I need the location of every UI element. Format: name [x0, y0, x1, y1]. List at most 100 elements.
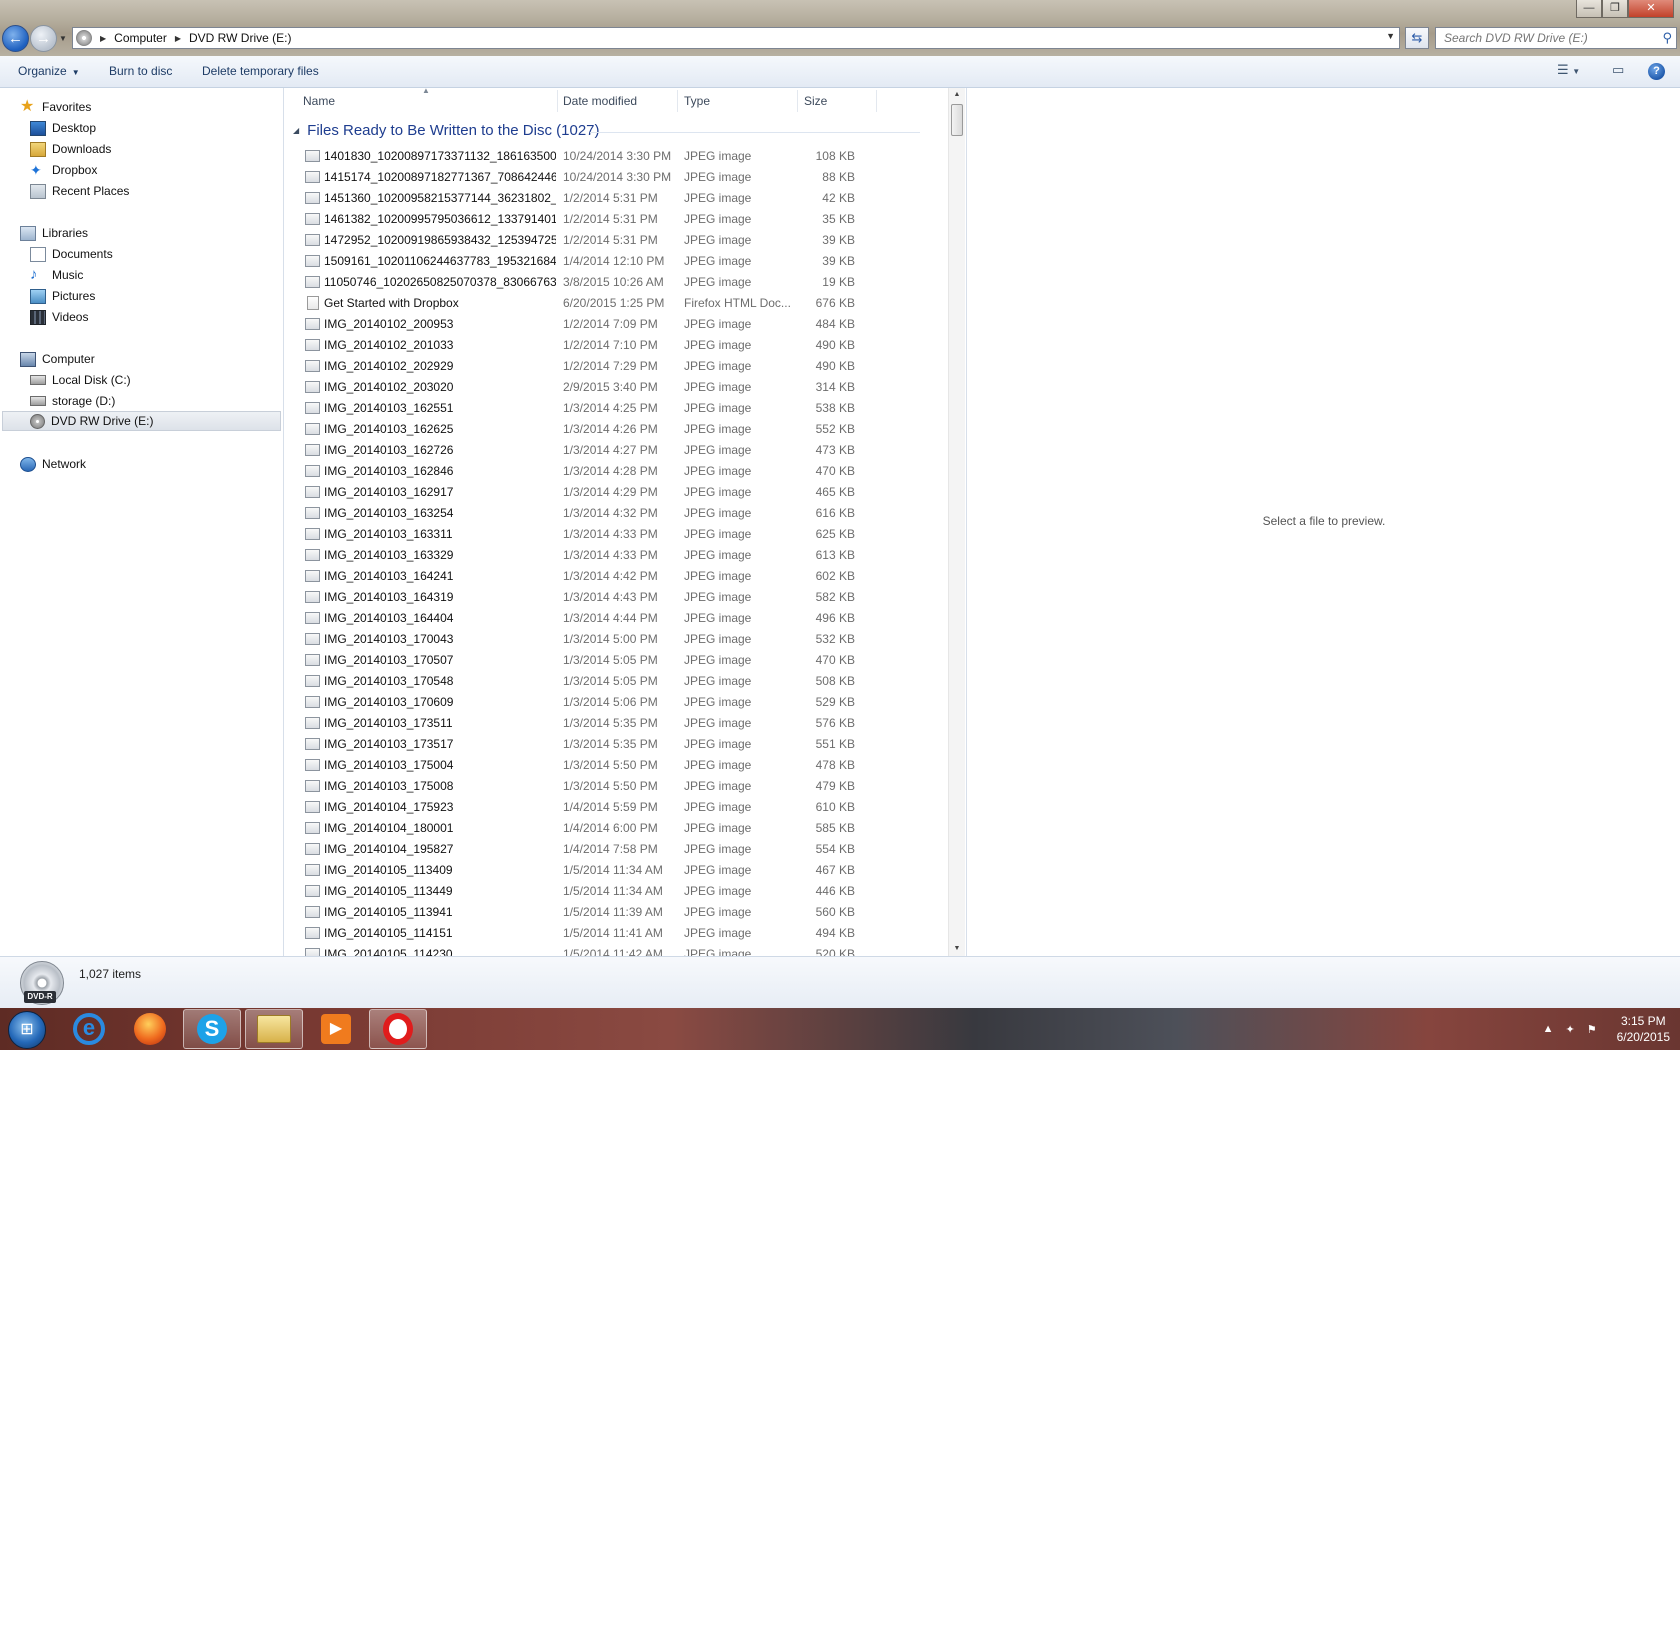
collapse-triangle-icon[interactable]: ◢: [293, 126, 299, 135]
file-row[interactable]: IMG_20140103_164404 1/3/2014 4:44 PM JPEG …: [285, 608, 925, 629]
file-row[interactable]: IMG_20140103_170548 1/3/2014 5:05 PM JPEG …: [285, 671, 925, 692]
file-row[interactable]: IMG_20140103_162917 1/3/2014 4:29 PM JPEG …: [285, 482, 925, 503]
file-row[interactable]: IMG_20140102_203020 2/9/2015 3:40 PM JPEG …: [285, 377, 925, 398]
file-row[interactable]: IMG_20140103_164241 1/3/2014 4:42 PM JPEG …: [285, 566, 925, 587]
recent-pages-dropdown[interactable]: ▼: [57, 34, 69, 43]
file-row[interactable]: IMG_20140105_113409 1/5/2014 11:34 AM JPEG…: [285, 860, 925, 881]
file-row[interactable]: IMG_20140105_114230 1/5/2014 11:42 AM JPEG…: [285, 944, 925, 956]
nav-documents[interactable]: Documents: [30, 244, 113, 264]
file-row[interactable]: 1451360_10200958215377144_36231802_n 1/2/…: [285, 188, 925, 209]
file-row[interactable]: IMG_20140105_113941 1/5/2014 11:39 AM JPEG…: [285, 902, 925, 923]
file-row[interactable]: 11050746_10202650825070378_830667635... 3…: [285, 272, 925, 293]
nav-recent-places[interactable]: Recent Places: [30, 181, 129, 201]
file-row[interactable]: IMG_20140103_163329 1/3/2014 4:33 PM JPEG …: [285, 545, 925, 566]
file-row[interactable]: IMG_20140103_162625 1/3/2014 4:26 PM JPEG …: [285, 419, 925, 440]
file-row[interactable]: IMG_20140105_114151 1/5/2014 11:41 AM JPEG…: [285, 923, 925, 944]
address-bar[interactable]: ▶ Computer ▶ DVD RW Drive (E:) ▼: [72, 27, 1400, 49]
file-row[interactable]: IMG_20140103_163254 1/3/2014 4:32 PM JPEG …: [285, 503, 925, 524]
view-options-button[interactable]: ☰ ▼: [1557, 62, 1580, 78]
search-icon[interactable]: ⚲: [1662, 30, 1672, 46]
file-row[interactable]: IMG_20140103_170507 1/3/2014 5:05 PM JPEG …: [285, 650, 925, 671]
start-button[interactable]: ⊞: [8, 1011, 46, 1049]
nav-videos[interactable]: Videos: [30, 307, 88, 327]
taskbar-internet-explorer[interactable]: e: [60, 1009, 118, 1049]
file-row[interactable]: IMG_20140103_162551 1/3/2014 4:25 PM JPEG …: [285, 398, 925, 419]
file-row[interactable]: IMG_20140105_113449 1/5/2014 11:34 AM JPEG…: [285, 881, 925, 902]
column-divider[interactable]: [677, 90, 678, 112]
file-row[interactable]: IMG_20140103_162846 1/3/2014 4:28 PM JPEG …: [285, 461, 925, 482]
breadcrumb-computer[interactable]: Computer: [114, 31, 167, 45]
file-row[interactable]: 1461382_10200995795036612_1337914015_n 1/…: [285, 209, 925, 230]
taskbar-media-player[interactable]: ▶: [307, 1009, 365, 1049]
nav-downloads[interactable]: Downloads: [30, 139, 111, 159]
back-button[interactable]: ←: [2, 24, 29, 52]
taskbar-opera[interactable]: [369, 1009, 427, 1049]
minimize-button[interactable]: —: [1576, 0, 1602, 18]
show-hidden-icons-icon[interactable]: ▲: [1543, 1023, 1554, 1035]
taskbar-firefox[interactable]: [121, 1009, 179, 1049]
scrollbar-thumb[interactable]: [951, 104, 963, 136]
nav-favorites[interactable]: ★ Favorites: [20, 97, 91, 117]
breadcrumb-separator-icon[interactable]: ▶: [175, 34, 181, 43]
organize-button[interactable]: Organize ▼: [18, 64, 80, 78]
nav-storage[interactable]: storage (D:): [30, 391, 115, 411]
group-header[interactable]: ◢ Files Ready to Be Written to the Disc …: [293, 122, 600, 139]
file-row[interactable]: IMG_20140103_175004 1/3/2014 5:50 PM JPEG …: [285, 755, 925, 776]
file-row[interactable]: IMG_20140102_200953 1/2/2014 7:09 PM JPEG …: [285, 314, 925, 335]
address-dropdown-icon[interactable]: ▼: [1386, 31, 1395, 41]
file-row[interactable]: IMG_20140103_173517 1/3/2014 5:35 PM JPEG …: [285, 734, 925, 755]
help-icon[interactable]: ?: [1648, 63, 1665, 80]
column-header-type[interactable]: Type: [684, 94, 710, 114]
taskbar-skype[interactable]: S: [183, 1009, 241, 1049]
nav-dropbox[interactable]: ✦ Dropbox: [30, 160, 97, 180]
column-divider[interactable]: [876, 90, 877, 112]
file-row[interactable]: 1401830_10200897173371132_1861635000_o 10…: [285, 146, 925, 167]
column-divider[interactable]: [557, 90, 558, 112]
nav-dvd-drive[interactable]: DVD RW Drive (E:): [2, 411, 281, 431]
nav-music[interactable]: ♪ Music: [30, 265, 83, 285]
column-divider[interactable]: [797, 90, 798, 112]
nav-computer[interactable]: Computer: [20, 349, 95, 369]
file-row[interactable]: IMG_20140103_173511 1/3/2014 5:35 PM JPEG …: [285, 713, 925, 734]
vertical-scrollbar[interactable]: ▲ ▼: [948, 88, 965, 956]
maximize-button[interactable]: ❐: [1602, 0, 1628, 18]
nav-libraries[interactable]: Libraries: [20, 223, 88, 243]
nav-desktop[interactable]: Desktop: [30, 118, 96, 138]
close-button[interactable]: ✕: [1628, 0, 1674, 18]
file-row[interactable]: 1415174_10200897182771367_708642446_o 10/…: [285, 167, 925, 188]
clock[interactable]: 3:15 PM 6/20/2015: [1617, 1013, 1670, 1045]
file-row[interactable]: IMG_20140104_175923 1/4/2014 5:59 PM JPEG …: [285, 797, 925, 818]
file-row[interactable]: IMG_20140103_162726 1/3/2014 4:27 PM JPEG …: [285, 440, 925, 461]
forward-button[interactable]: →: [30, 24, 57, 52]
file-row[interactable]: Get Started with Dropbox 6/20/2015 1:25 P…: [285, 293, 925, 314]
scroll-up-arrow-icon[interactable]: ▲: [949, 88, 965, 102]
file-row[interactable]: IMG_20140103_164319 1/3/2014 4:43 PM JPEG …: [285, 587, 925, 608]
column-header-date-modified[interactable]: Date modified: [563, 94, 637, 114]
column-header-size[interactable]: Size: [804, 94, 827, 114]
taskbar-windows-explorer[interactable]: [245, 1009, 303, 1049]
file-row[interactable]: IMG_20140103_175008 1/3/2014 5:50 PM JPEG …: [285, 776, 925, 797]
preview-pane-button[interactable]: ▭: [1612, 62, 1624, 78]
nav-local-disk[interactable]: Local Disk (C:): [30, 370, 131, 390]
scroll-down-arrow-icon[interactable]: ▼: [949, 942, 965, 956]
dropbox-tray-icon[interactable]: ✦: [1566, 1023, 1575, 1036]
file-row[interactable]: IMG_20140102_201033 1/2/2014 7:10 PM JPEG …: [285, 335, 925, 356]
file-row[interactable]: IMG_20140104_195827 1/4/2014 7:58 PM JPEG …: [285, 839, 925, 860]
burn-to-disc-button[interactable]: Burn to disc: [109, 64, 172, 78]
search-input[interactable]: [1436, 28, 1646, 48]
file-row[interactable]: IMG_20140103_170043 1/3/2014 5:00 PM JPEG …: [285, 629, 925, 650]
column-header-name[interactable]: Name: [303, 94, 335, 114]
file-row[interactable]: 1472952_10200919865938432_1253947255_n 1/…: [285, 230, 925, 251]
delete-temporary-files-button[interactable]: Delete temporary files: [202, 64, 319, 78]
file-row[interactable]: 1509161_10201106244637783_195321684_n 1/4…: [285, 251, 925, 272]
nav-pictures[interactable]: Pictures: [30, 286, 95, 306]
file-row[interactable]: IMG_20140104_180001 1/4/2014 6:00 PM JPEG …: [285, 818, 925, 839]
file-row[interactable]: IMG_20140103_170609 1/3/2014 5:06 PM JPEG …: [285, 692, 925, 713]
breadcrumb-dvd-drive[interactable]: DVD RW Drive (E:): [189, 31, 291, 45]
refresh-button[interactable]: ⇆: [1405, 27, 1429, 49]
file-row[interactable]: IMG_20140103_163311 1/3/2014 4:33 PM JPEG …: [285, 524, 925, 545]
file-row[interactable]: IMG_20140102_202929 1/2/2014 7:29 PM JPEG …: [285, 356, 925, 377]
action-center-flag-icon[interactable]: ⚑: [1587, 1023, 1597, 1036]
nav-network[interactable]: Network: [20, 454, 86, 474]
breadcrumb-separator-icon[interactable]: ▶: [100, 34, 106, 43]
